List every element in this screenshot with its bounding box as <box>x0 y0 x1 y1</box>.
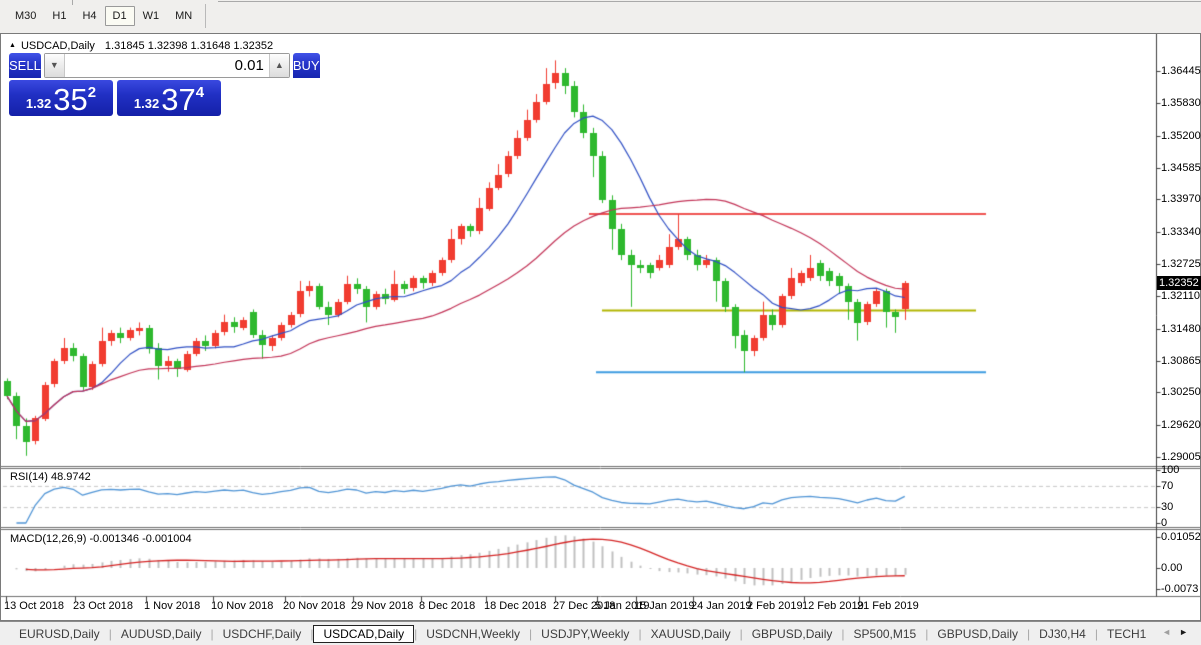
axis-tick-label: 1.29005 <box>1161 451 1201 464</box>
chart-tab-bar: EURUSD,Daily | AUDUSD,Daily | USDCHF,Daily | U… <box>0 621 1201 645</box>
axis-tick-label: 1.34585 <box>1161 161 1201 174</box>
axis-tick-label: 1.36445 <box>1161 65 1201 77</box>
timeframe-button-h1[interactable]: H1 <box>44 6 74 26</box>
volume-spinner: ▼ ▲ <box>43 53 290 78</box>
timeframe-toolbar: M30 H1 H4 D1 W1 MN <box>0 0 1201 33</box>
axis-tick-label: 1.33970 <box>1161 193 1201 206</box>
tab-tech1[interactable]: TECH1 <box>1098 625 1155 643</box>
volume-input[interactable] <box>64 54 269 77</box>
tab-gbpusd-daily-2[interactable]: GBPUSD,Daily <box>928 625 1027 643</box>
axis-tick-label: 1.30865 <box>1161 354 1201 367</box>
chart-symbol-label: USDCAD,Daily <box>20 40 95 52</box>
date-tick-label: 23 Oct 2018 <box>73 600 133 612</box>
macd-indicator-label: MACD(12,26,9) -0.001346 -0.001004 <box>10 533 192 545</box>
date-tick-label: 20 Nov 2018 <box>283 600 346 612</box>
tab-sp500-m15[interactable]: SP500,M15 <box>845 625 926 643</box>
date-tick-label: 10 Nov 2018 <box>211 600 274 612</box>
chart-window: ▲ USDCAD,Daily 1.31845 1.32398 1.31648 1.3… <box>0 33 1201 621</box>
rsi-indicator-label: RSI(14) 48.9742 <box>10 471 91 483</box>
tab-usdcad-daily[interactable]: USDCAD,Daily <box>313 624 415 643</box>
tab-eurusd-daily[interactable]: EURUSD,Daily <box>10 625 109 643</box>
date-tick-label: 12 Feb 2019 <box>802 600 864 612</box>
axis-tick-label: 0.010525 <box>1161 531 1201 544</box>
volume-decrease-button[interactable]: ▼ <box>44 54 65 77</box>
chart-title: ▲ USDCAD,Daily 1.31845 1.32398 1.31648 1.3… <box>9 40 273 52</box>
date-tick-label: 21 Feb 2019 <box>857 600 919 612</box>
axis-tick-label: 1.29620 <box>1161 419 1201 432</box>
axis-tick-label: 1.32110 <box>1161 289 1200 302</box>
sell-price-prefix: 1.32 <box>25 96 52 111</box>
buy-price-big: 37 <box>161 82 196 117</box>
sell-price-pip: 2 <box>87 84 97 101</box>
axis-tick-label: 0.00 <box>1161 562 1183 574</box>
tab-scroll-arrows: ◄► <box>1162 627 1196 637</box>
tab-scroll-left-icon[interactable]: ◄ <box>1162 627 1179 637</box>
tab-audusd-daily[interactable]: AUDUSD,Daily <box>112 625 211 643</box>
date-tick-label: 15 Jan 2019 <box>634 600 695 612</box>
tab-usdcnh-weekly[interactable]: USDCNH,Weekly <box>417 625 529 643</box>
axis-tick-label: 1.31480 <box>1161 322 1201 335</box>
timeframe-button-d1[interactable]: D1 <box>104 6 135 26</box>
buy-price-pip: 4 <box>195 84 205 101</box>
collapse-panel-icon[interactable]: ▲ <box>9 42 16 49</box>
tab-usdchf-daily[interactable]: USDCHF,Daily <box>214 625 311 643</box>
one-click-trading-panel: SELL ▼ ▲ BUY 1.32 35 2 1.32 37 4 <box>9 53 320 116</box>
toolbar-dock-separator <box>72 0 73 5</box>
trading-terminal: { "toolbar": { "timeframes": ["M30", "H1… <box>0 0 1201 645</box>
tab-xauusd-daily[interactable]: XAUUSD,Daily <box>642 625 740 643</box>
axis-tick-label: 70 <box>1161 479 1174 492</box>
date-tick-label: 2 Feb 2019 <box>747 600 803 612</box>
buy-price-button[interactable]: 1.32 37 4 <box>117 80 221 116</box>
axis-tick-label: 1.32725 <box>1161 258 1201 271</box>
date-tick-label: 24 Jan 2019 <box>691 600 752 612</box>
timeframe-button-mn[interactable]: MN <box>167 6 200 26</box>
buy-price-prefix: 1.32 <box>133 96 160 111</box>
sell-button[interactable]: SELL <box>9 53 41 78</box>
axis-tick-label: 1.35200 <box>1161 129 1201 142</box>
axis-tick-label: 30 <box>1161 501 1174 514</box>
timeframe-button-w1[interactable]: W1 <box>135 6 168 26</box>
sell-price-button[interactable]: 1.32 35 2 <box>9 80 113 116</box>
axis-tick-label: 100 <box>1161 464 1180 476</box>
date-tick-label: 1 Nov 2018 <box>144 600 201 612</box>
date-tick-label: 8 Dec 2018 <box>419 600 476 612</box>
axis-tick-label: -0.0073 <box>1161 583 1199 596</box>
tab-scroll-right-icon[interactable]: ► <box>1179 627 1196 637</box>
date-tick-label: 29 Nov 2018 <box>351 600 414 612</box>
buy-button[interactable]: BUY <box>292 53 320 78</box>
timeframe-button-m30[interactable]: M30 <box>7 6 44 26</box>
axis-tick-label: 1.30250 <box>1161 386 1201 399</box>
tab-gbpusd-daily[interactable]: GBPUSD,Daily <box>743 625 842 643</box>
toolbar-dock-line <box>218 1 1201 2</box>
date-tick-label: 18 Dec 2018 <box>484 600 547 612</box>
tab-dj30-h4[interactable]: DJ30,H4 <box>1030 625 1095 643</box>
date-tick-label: 13 Oct 2018 <box>4 600 64 612</box>
axis-tick-label: 0 <box>1161 517 1168 529</box>
timeframe-button-h4[interactable]: H4 <box>74 6 104 26</box>
axis-tick-label: 1.35830 <box>1161 96 1201 109</box>
current-price-tag: 1.32352 <box>1157 276 1201 291</box>
sell-price-big: 35 <box>53 82 88 117</box>
tab-usdjpy-weekly[interactable]: USDJPY,Weekly <box>532 625 638 643</box>
chart-ohlc-values: 1.31845 1.32398 1.31648 1.32352 <box>104 40 274 52</box>
volume-increase-button[interactable]: ▲ <box>268 54 289 77</box>
toolbar-separator <box>205 4 207 28</box>
axis-tick-label: 1.33340 <box>1161 226 1201 239</box>
